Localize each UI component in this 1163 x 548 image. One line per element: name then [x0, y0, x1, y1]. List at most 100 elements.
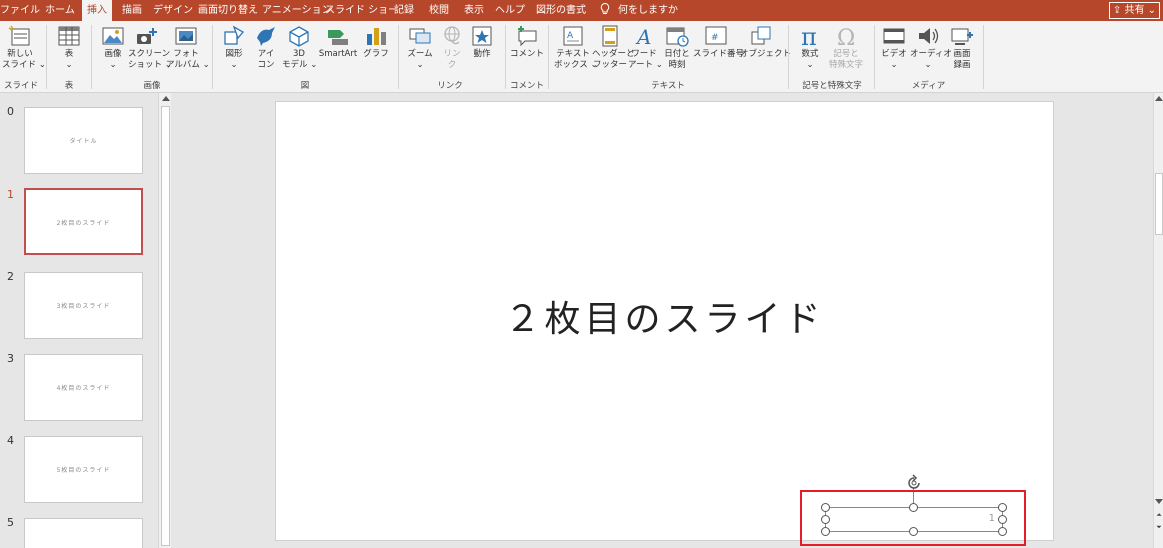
tab-draw[interactable]: 描画 [116, 0, 148, 21]
tab-transitions[interactable]: 画面切り替え [197, 0, 259, 21]
wordart-icon: A [635, 25, 651, 48]
svg-text:A: A [567, 31, 574, 41]
tab-animations[interactable]: アニメーション [262, 0, 332, 21]
equation-label-1: 数式 [801, 49, 819, 59]
group-label-media: メディア [911, 81, 946, 91]
zoom-label-1: ズーム [407, 49, 433, 59]
shapes-button[interactable]: 図形 ⌄ [220, 24, 248, 71]
wordart-label-2: アート ⌄ [628, 60, 663, 70]
smartart-button[interactable]: SmartArt [315, 24, 361, 60]
thumbnail-text: 3枚目のスライド [56, 303, 111, 310]
group-label-images: 画像 [143, 81, 161, 91]
slide-number-button[interactable]: # スライド番号 [693, 24, 744, 60]
new-slide-button[interactable]: 新しい スライド ⌄ [2, 24, 46, 71]
tab-view[interactable]: 表示 [459, 0, 489, 21]
photo-album-label-2: アルバム ⌄ [166, 60, 210, 70]
link-icon [444, 26, 460, 45]
picture-icon [102, 27, 124, 45]
smartart-icon [328, 30, 348, 45]
tab-design[interactable]: デザイン [152, 0, 194, 21]
tab-review[interactable]: 校閲 [424, 0, 454, 21]
photo-album-button[interactable]: フォト アルバム ⌄ [166, 24, 210, 71]
previous-slide-icon[interactable]: ⏶ [1155, 511, 1163, 519]
object-icon [751, 26, 771, 45]
scroll-up-arrow-icon[interactable] [162, 96, 170, 101]
icons-label-2: コン [257, 60, 275, 70]
equation-button[interactable]: π 数式 ⌄ [796, 24, 824, 71]
tab-record[interactable]: 記録 [390, 0, 418, 21]
chart-button[interactable]: グラフ [362, 24, 390, 60]
3d-models-button[interactable]: 3D モデル ⌄ [282, 24, 318, 71]
comment-button[interactable]: コメント [510, 24, 544, 60]
video-button[interactable]: ビデオ ⌄ [880, 24, 908, 71]
scrollbar-thumb[interactable] [161, 106, 170, 546]
zoom-button[interactable]: ズーム ⌄ [404, 24, 436, 71]
photo-album-label-1: フォト [173, 49, 199, 59]
tab-shape-format[interactable]: 図形の書式 [532, 0, 590, 21]
date-time-button[interactable]: 日付と 時刻 [662, 24, 692, 71]
action-button[interactable]: 動作 [468, 24, 496, 60]
header-footer-button[interactable]: ヘッダーと フッター [592, 24, 635, 71]
slide-thumbnail-1[interactable]: 2枚目のスライド [24, 188, 143, 255]
new-slide-label-1: 新しい [7, 49, 33, 59]
object-button[interactable]: オブジェクト [740, 24, 791, 60]
symbol-button[interactable]: Ω 記号と 特殊文字 [826, 24, 866, 71]
3d-models-label-2: モデル ⌄ [282, 60, 318, 70]
table-icon [58, 26, 80, 46]
pictures-label-2: ⌄ [109, 60, 117, 70]
audio-button[interactable]: オーディオ ⌄ [910, 24, 952, 71]
group-label-slide: スライド [3, 81, 38, 91]
icons-button[interactable]: アイ コン [252, 24, 280, 71]
audio-label-1: オーディオ [910, 49, 952, 59]
slide-thumbnail-2[interactable]: 3枚目のスライド [24, 272, 143, 339]
scroll-up-arrow-icon[interactable] [1155, 96, 1163, 101]
zoom-label-2: ⌄ [416, 60, 424, 70]
photo-album-icon [175, 27, 197, 45]
shapes-icon [224, 25, 245, 45]
svg-text:A: A [635, 25, 651, 48]
link-button[interactable]: リンク [438, 24, 466, 71]
next-slide-icon[interactable]: ⏷ [1155, 523, 1163, 531]
slide-canvas[interactable]: ２枚目のスライド [275, 101, 1054, 541]
slide-scrollbar[interactable]: ⏶ ⏷ [1153, 93, 1163, 548]
thumbnail-scrollbar[interactable] [158, 93, 171, 548]
slide-thumbnail-0[interactable]: タイトル [24, 107, 143, 174]
ribbon-separator [548, 25, 549, 89]
tab-home[interactable]: ホーム [42, 0, 78, 21]
slide-thumbnail-5[interactable] [24, 518, 143, 548]
object-label: オブジェクト [740, 49, 792, 59]
powerpoint-window: ファイル ホーム 挿入 描画 デザイン 画面切り替え アニメーション スライド … [0, 0, 1163, 548]
slide-thumbnail-3[interactable]: 4枚目のスライド [24, 354, 143, 421]
ribbon-separator [212, 25, 213, 89]
ribbon-separator [46, 25, 47, 89]
table-button[interactable]: 表 ⌄ [55, 24, 83, 71]
star-action-icon [472, 26, 492, 46]
screenshot-label-1: スクリーン [128, 49, 171, 59]
text-box-button[interactable]: A テキスト ボックス ⌄ [554, 24, 598, 71]
scrollbar-thumb[interactable] [1155, 173, 1163, 235]
share-button[interactable]: ⇪ 共有 ⌄ [1109, 2, 1160, 19]
pictures-button[interactable]: 画像 ⌄ [97, 24, 129, 71]
slide-thumbnail-4[interactable]: 5枚目のスライド [24, 436, 143, 503]
thumbnail-text: タイトル [69, 138, 98, 145]
ribbon-separator [505, 25, 506, 89]
annotation-highlight [800, 490, 1026, 546]
group-label-comments: コメント [510, 81, 545, 91]
tab-help[interactable]: ヘルプ [494, 0, 526, 21]
tab-insert[interactable]: 挿入 [82, 0, 112, 21]
lightbulb-icon [600, 3, 610, 14]
shapes-label-1: 図形 [225, 49, 243, 59]
tab-slideshow[interactable]: スライド ショー [325, 0, 398, 21]
wordart-button[interactable]: A ワード アート ⌄ [628, 24, 663, 71]
slide-title[interactable]: ２枚目のスライド [276, 290, 1053, 342]
slide-number-icon: # [705, 26, 727, 45]
slide-number-label: スライド番号 [693, 49, 745, 59]
link-label-1: リン [443, 49, 461, 59]
screenshot-button[interactable]: スクリーン ショット ⌄ [128, 24, 172, 71]
speaker-icon [919, 28, 939, 44]
thumbnail-number: 0 [7, 105, 14, 118]
tell-me-search[interactable]: 何をしますか [600, 0, 678, 21]
screen-recording-button[interactable]: 画面 録画 [947, 24, 977, 71]
scroll-down-arrow-icon[interactable] [1155, 499, 1163, 504]
tab-file[interactable]: ファイル [0, 0, 40, 21]
